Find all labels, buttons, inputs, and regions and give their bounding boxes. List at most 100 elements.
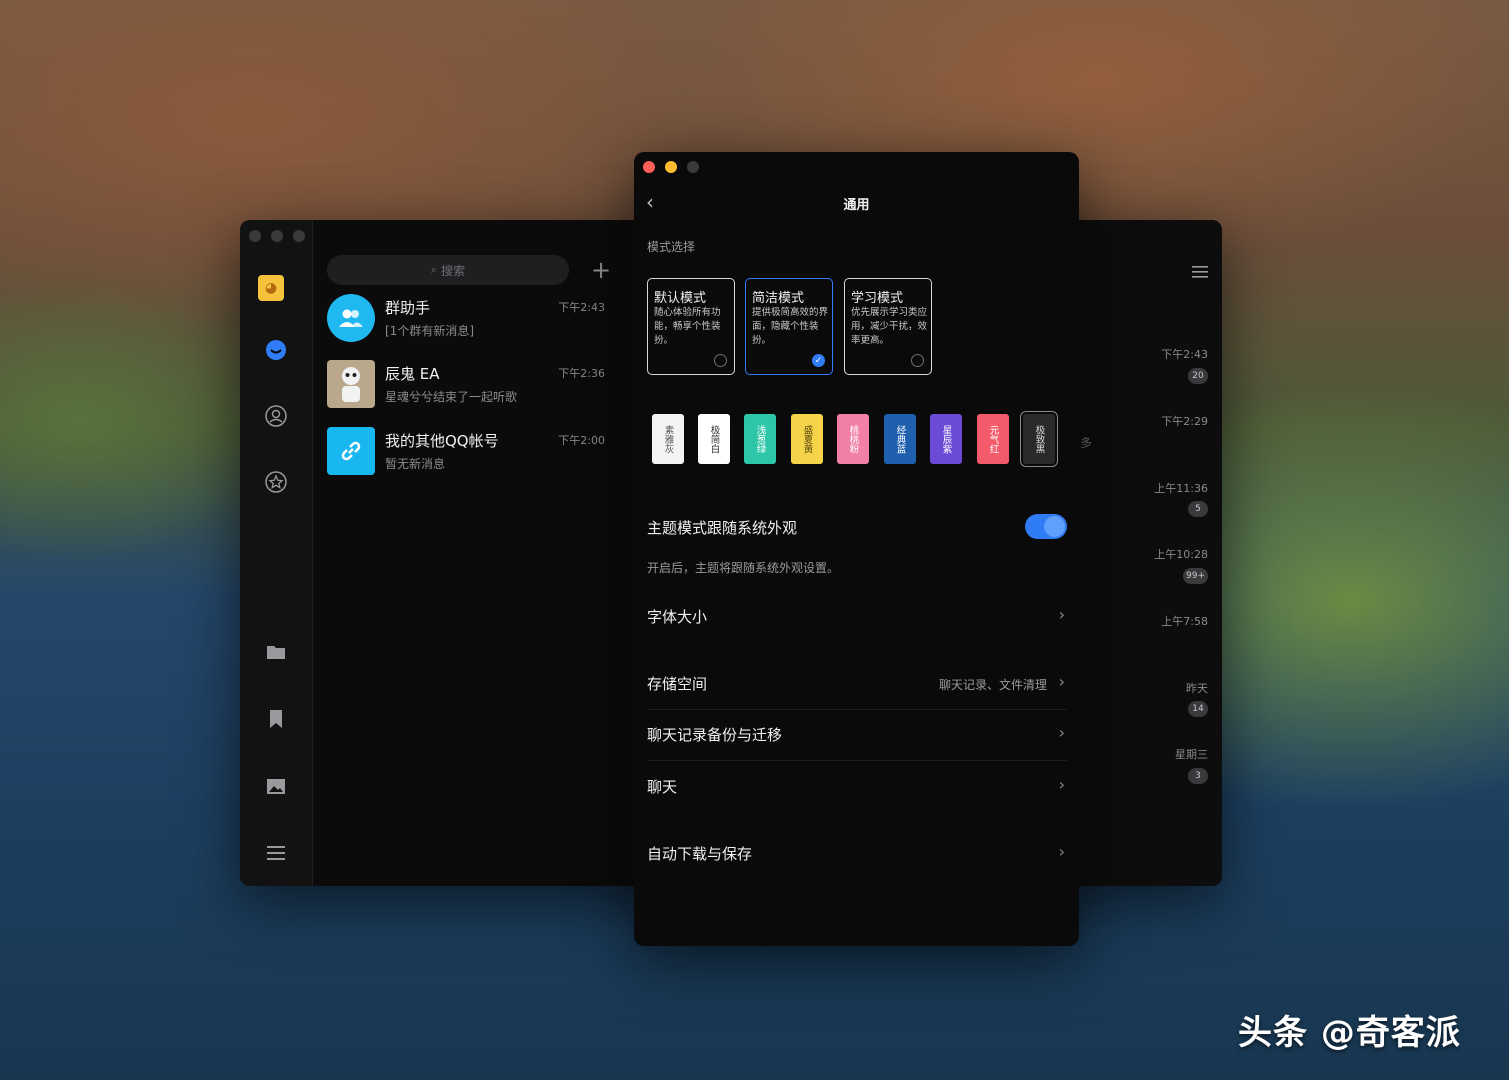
- conversation-name: 我的其他QQ帐号: [385, 432, 499, 450]
- divider: [647, 709, 1067, 710]
- messages-icon[interactable]: [264, 338, 288, 362]
- unread-badge: 14: [1188, 701, 1208, 717]
- radio-button[interactable]: [714, 354, 727, 367]
- chevron-right-icon: ›: [1058, 672, 1065, 691]
- robot-avatar: [327, 360, 375, 408]
- folder-icon[interactable]: [264, 640, 288, 664]
- page-title: 通用: [843, 198, 870, 213]
- row-label: 字体大小: [647, 608, 708, 626]
- mode-card-default[interactable]: 默认模式 随心体验所有功能，畅享个性装扮。: [647, 278, 735, 375]
- link-avatar: [327, 427, 375, 475]
- duck-avatar-icon: ◕: [264, 280, 278, 296]
- toggle-knob: [1044, 516, 1065, 537]
- chevron-right-icon: ›: [1058, 842, 1065, 861]
- mode-card-simple[interactable]: 简洁模式 提供极简高效的界面，隐藏个性装扮。 ✓: [745, 278, 833, 375]
- avatar[interactable]: ◕: [258, 275, 284, 301]
- follow-system-hint: 开启后，主题将跟随系统外观设置。: [647, 561, 840, 575]
- radio-button[interactable]: [911, 354, 924, 367]
- list-item[interactable]: 我的其他QQ帐号 暂无新消息 下午2:00: [327, 427, 617, 479]
- row-label: 自动下载与保存: [647, 845, 753, 863]
- more-menu-icon[interactable]: [1192, 264, 1208, 283]
- image-icon[interactable]: [264, 774, 288, 798]
- auto-download-row[interactable]: 自动下载与保存 ›: [647, 833, 1067, 873]
- backup-row[interactable]: 聊天记录备份与迁移 ›: [647, 714, 1067, 754]
- theme-swatch[interactable]: 桃桃粉: [837, 414, 869, 464]
- unread-badge: 99+: [1183, 568, 1208, 584]
- mode-title: 默认模式: [654, 291, 707, 306]
- theme-swatch[interactable]: 极简白: [698, 414, 730, 464]
- favorites-star-icon[interactable]: [264, 470, 288, 494]
- unread-badge: 5: [1188, 501, 1208, 517]
- section-title: 模式选择: [647, 240, 696, 254]
- row-label: 聊天记录备份与迁移: [647, 726, 783, 744]
- theme-swatch[interactable]: 星辰紫: [930, 414, 962, 464]
- minimize-button[interactable]: [271, 230, 283, 242]
- row-time: 下午2:29: [1161, 415, 1208, 428]
- close-button[interactable]: [643, 161, 655, 173]
- font-size-row[interactable]: 字体大小 ›: [647, 596, 1067, 636]
- mode-description: 优先展示学习类应用，减少干扰，效率更高。: [851, 307, 928, 346]
- row-time: 上午10:28: [1154, 548, 1208, 561]
- conversation-time: 下午2:43: [558, 301, 605, 314]
- list-item[interactable]: 辰鬼 EA 星魂兮兮结束了一起听歌 下午2:36: [327, 360, 617, 412]
- row-time: 上午11:36: [1154, 482, 1208, 495]
- row-value: 聊天记录、文件清理: [938, 678, 1047, 692]
- group-assistant-avatar: [327, 294, 375, 342]
- row-time: 上午7:58: [1161, 615, 1208, 628]
- row-time: 星期三: [1175, 748, 1208, 761]
- zoom-button[interactable]: [687, 161, 699, 173]
- minimize-button[interactable]: [665, 161, 677, 173]
- unread-badge: 20: [1188, 368, 1208, 384]
- theme-swatch[interactable]: 极致黑: [1020, 411, 1058, 467]
- theme-swatch[interactable]: 元气红: [977, 414, 1009, 464]
- conversation-name: 群助手: [385, 299, 431, 317]
- theme-swatch[interactable]: 盛夏黄: [791, 414, 823, 464]
- row-time: 下午2:43: [1161, 348, 1208, 361]
- menu-icon[interactable]: [264, 841, 288, 865]
- watermark: 头条 @奇客派: [1238, 1013, 1461, 1053]
- mode-description: 提供极简高效的界面，隐藏个性装扮。: [752, 307, 829, 346]
- list-item[interactable]: 群助手 [1个群有新消息] 下午2:43: [327, 294, 617, 346]
- mode-title: 学习模式: [851, 291, 904, 306]
- conversation-preview: [1个群有新消息]: [385, 324, 474, 338]
- search-placeholder: 搜索: [441, 263, 466, 278]
- row-label: 聊天: [647, 778, 678, 796]
- mode-title: 简洁模式: [752, 291, 805, 306]
- close-button[interactable]: [249, 230, 261, 242]
- contacts-icon[interactable]: [264, 404, 288, 428]
- mode-description: 随心体验所有功能，畅享个性装扮。: [654, 307, 721, 346]
- theme-swatch[interactable]: 经典蓝: [884, 414, 916, 464]
- zoom-button[interactable]: [293, 230, 305, 242]
- row-label: 存储空间: [647, 675, 708, 693]
- settings-window: ‹ 通用 模式选择 默认模式 随心体验所有功能，畅享个性装扮。 简洁模式 提供极…: [634, 152, 1079, 946]
- theme-swatch[interactable]: 素雅灰: [652, 414, 684, 464]
- mode-card-study[interactable]: 学习模式 优先展示学习类应用，减少干扰，效率更高。: [844, 278, 932, 375]
- window-controls: [249, 230, 305, 242]
- chevron-right-icon: ›: [1058, 723, 1065, 742]
- add-button[interactable]: +: [591, 258, 611, 282]
- theme-swatch[interactable]: 浅葱绿: [744, 414, 776, 464]
- follow-system-row: 主题模式跟随系统外观: [647, 507, 1067, 547]
- search-icon: ⌕: [430, 263, 438, 276]
- conversation-list: ⌕ 搜索 + 群助手 [1个群有新消息] 下午2:43 辰鬼 EA 星魂兮兮结束…: [313, 220, 633, 886]
- row-label: 主题模式跟随系统外观: [647, 519, 798, 537]
- conversation-name: 辰鬼 EA: [385, 365, 440, 383]
- search-input[interactable]: ⌕ 搜索: [327, 255, 569, 285]
- check-icon[interactable]: ✓: [812, 354, 825, 367]
- conversation-preview: 星魂兮兮结束了一起听歌: [385, 390, 518, 404]
- follow-system-toggle[interactable]: [1025, 514, 1067, 539]
- chevron-right-icon: ›: [1058, 775, 1065, 794]
- unread-badge: 3: [1188, 768, 1208, 784]
- conversation-time: 下午2:00: [558, 434, 605, 447]
- conversation-time: 下午2:36: [558, 367, 605, 380]
- window-controls: [643, 161, 699, 173]
- storage-row[interactable]: 存储空间 聊天记录、文件清理 ›: [647, 663, 1067, 703]
- row-time: 昨天: [1186, 682, 1208, 695]
- conversation-preview: 暂无新消息: [385, 457, 446, 471]
- sidebar: ◕: [240, 220, 313, 886]
- chevron-right-icon: ›: [1058, 605, 1065, 624]
- chat-row[interactable]: 聊天 ›: [647, 766, 1067, 806]
- bookmark-icon[interactable]: [264, 707, 288, 731]
- divider: [647, 760, 1067, 761]
- partial-text: 多: [1080, 436, 1093, 450]
